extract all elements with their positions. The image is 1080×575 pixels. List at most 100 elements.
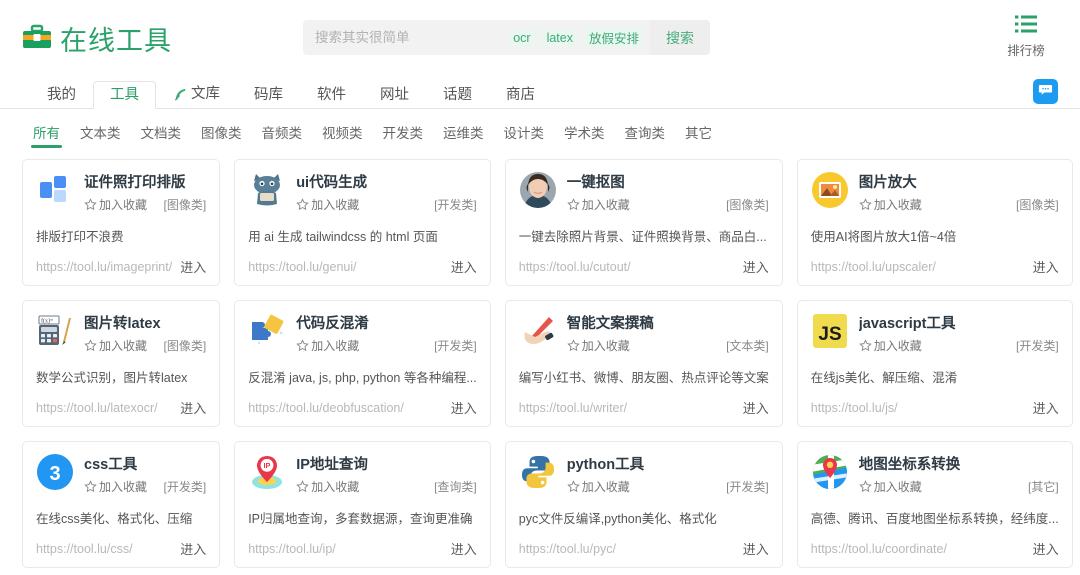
card-title: 证件照打印排版 [84,175,186,191]
enter-button[interactable]: 进入 [1025,398,1059,417]
tool-card-grid: 证件照打印排版 加入收藏 [图像类] 排版打印不浪费 https://tool.… [0,157,1080,568]
card-subline: 加入收藏 [开发类] [296,196,477,213]
card-url[interactable]: https://tool.lu/ip/ [248,542,336,556]
favorite-button[interactable]: 加入收藏 [84,337,147,354]
card-url[interactable]: https://tool.lu/pyc/ [519,542,616,556]
card-url[interactable]: https://tool.lu/cutout/ [519,260,631,274]
map-pin-ip-icon: IP [248,453,286,491]
enter-button[interactable]: 进入 [172,539,206,558]
tool-card[interactable]: 证件照打印排版 加入收藏 [图像类] 排版打印不浪费 https://tool.… [22,159,221,286]
favorite-button[interactable]: 加入收藏 [859,337,922,354]
hot-tag-latex[interactable]: latex [541,28,578,47]
chat-feedback-button[interactable] [1033,79,1058,104]
tool-card[interactable]: 代码反混淆 加入收藏 [开发类] 反混淆 java, js, php, pyth… [234,300,491,427]
enter-button[interactable]: 进入 [443,539,477,558]
enter-button[interactable]: 进入 [735,257,769,276]
tab-topics[interactable]: 话题 [426,81,489,110]
category-other[interactable]: 其它 [676,120,721,148]
favorite-label: 加入收藏 [99,339,148,353]
search-input[interactable] [303,20,509,55]
hot-tag-ocr[interactable]: ocr [508,28,536,47]
card-category-tag: [开发类] [434,198,477,212]
card-title: css工具 [84,457,138,473]
card-description: 编写小红书、微博、朋友圈、热点评论等文案 [518,371,769,385]
card-url[interactable]: https://tool.lu/js/ [811,401,898,415]
category-image[interactable]: 图像类 [192,120,251,148]
card-url[interactable]: https://tool.lu/deobfuscation/ [248,401,404,415]
favorite-label: 加入收藏 [99,198,148,212]
category-academic[interactable]: 学术类 [555,120,614,148]
favorite-button[interactable]: 加入收藏 [567,196,630,213]
category-all[interactable]: 所有 [24,120,69,148]
tab-websites[interactable]: 网址 [363,81,426,110]
category-dev[interactable]: 开发类 [374,120,433,148]
site-logo[interactable]: 在线工具 [22,19,172,58]
hot-tag-holiday[interactable]: 放假安排 [583,26,644,49]
enter-button[interactable]: 进入 [172,398,206,417]
card-description: 排版打印不浪费 [36,230,124,244]
card-url[interactable]: https://tool.lu/coordinate/ [811,542,947,556]
enter-button[interactable]: 进入 [735,539,769,558]
favorite-button[interactable]: 加入收藏 [296,196,359,213]
card-url[interactable]: https://tool.lu/upscaler/ [811,260,936,274]
tab-codebase[interactable]: 码库 [237,81,300,110]
search-button[interactable]: 搜索 [650,20,710,55]
tab-software[interactable]: 软件 [300,81,363,110]
tool-card[interactable]: 3 css工具 加入收藏 [开发类] 在线css美化、格式化、压缩 https:… [22,441,221,568]
card-title: 智能文案撰稿 [566,316,654,332]
enter-button[interactable]: 进入 [443,398,477,417]
card-description: pyc文件反编译,python美化、格式化 [518,512,717,526]
tool-card[interactable]: ui代码生成 加入收藏 [开发类] 用 ai 生成 tailwindcss 的 … [234,159,491,286]
tab-store[interactable]: 商店 [489,81,552,110]
card-header: 智能文案撰稿 加入收藏 [文本类] [519,312,769,354]
card-footer: https://tool.lu/pyc/ 进入 [519,539,769,558]
puzzle-pieces-icon [248,312,286,350]
favorite-label: 加入收藏 [311,480,360,494]
category-query[interactable]: 查询类 [616,120,675,148]
favorite-button[interactable]: 加入收藏 [859,478,922,495]
card-url[interactable]: https://tool.lu/imageprint/ [36,260,172,274]
category-ops[interactable]: 运维类 [434,120,493,148]
enter-button[interactable]: 进入 [1025,257,1059,276]
enter-button[interactable]: 进入 [735,398,769,417]
category-document[interactable]: 文档类 [132,120,191,148]
card-subline: 加入收藏 [图像类] [84,196,206,213]
card-footer: https://tool.lu/upscaler/ 进入 [811,257,1059,276]
favorite-button[interactable]: 加入收藏 [296,478,359,495]
tool-card[interactable]: python工具 加入收藏 [开发类] pyc文件反编译,python美化、格式… [504,441,783,568]
tab-mine[interactable]: 我的 [30,81,93,110]
card-title: python工具 [566,457,645,473]
card-url[interactable]: https://tool.lu/writer/ [519,401,627,415]
category-audio[interactable]: 音频类 [253,120,312,148]
enter-button[interactable]: 进入 [1025,539,1059,558]
ranking-label: 排行榜 [1007,44,1045,58]
category-text[interactable]: 文本类 [71,120,130,148]
tool-card[interactable]: f(x)= 图片转latex 加入收藏 [图像类] 数学公式识别，图片转late… [22,300,221,427]
card-description: 高德、腾讯、百度地图坐标系转换，经纬度... [810,512,1059,526]
favorite-button[interactable]: 加入收藏 [84,196,147,213]
tab-library[interactable]: 文库 [156,80,237,109]
card-url[interactable]: https://tool.lu/genui/ [248,260,356,274]
tool-card[interactable]: 一键抠图 加入收藏 [图像类] 一键去除照片背景、证件照换背景、商品白... h… [504,159,783,286]
card-url[interactable]: https://tool.lu/latexocr/ [36,401,158,415]
card-url[interactable]: https://tool.lu/css/ [36,542,133,556]
tool-card[interactable]: 图片放大 加入收藏 [图像类] 使用AI将图片放大1倍~4倍 https://t… [796,159,1073,286]
favorite-button[interactable]: 加入收藏 [567,478,630,495]
tab-tools[interactable]: 工具 [93,80,156,109]
tool-card[interactable]: IP IP地址查询 加入收藏 [查询类] IP归属地查询，多套数据源，查询更准确 [234,441,491,568]
search-bar: ocr latex 放假安排 搜索 [303,20,710,55]
category-video[interactable]: 视频类 [313,120,372,148]
favorite-button[interactable]: 加入收藏 [296,337,359,354]
ranking-entry[interactable]: 排行榜 [998,14,1054,59]
favorite-button[interactable]: 加入收藏 [859,196,922,213]
tool-card[interactable]: 地图坐标系转换 加入收藏 [其它] 高德、腾讯、百度地图坐标系转换，经纬度...… [796,441,1073,568]
hand-writing-pen-icon [519,312,557,350]
tool-card[interactable]: JS javascript工具 加入收藏 [开发类] 在线js美化、解压缩、混淆 [796,300,1073,427]
tool-card[interactable]: 智能文案撰稿 加入收藏 [文本类] 编写小红书、微博、朋友圈、热点评论等文案 h… [504,300,783,427]
enter-button[interactable]: 进入 [443,257,477,276]
card-title: 代码反混淆 [296,316,369,332]
favorite-button[interactable]: 加入收藏 [84,478,147,495]
category-design[interactable]: 设计类 [495,120,554,148]
favorite-button[interactable]: 加入收藏 [567,337,630,354]
enter-button[interactable]: 进入 [172,257,206,276]
